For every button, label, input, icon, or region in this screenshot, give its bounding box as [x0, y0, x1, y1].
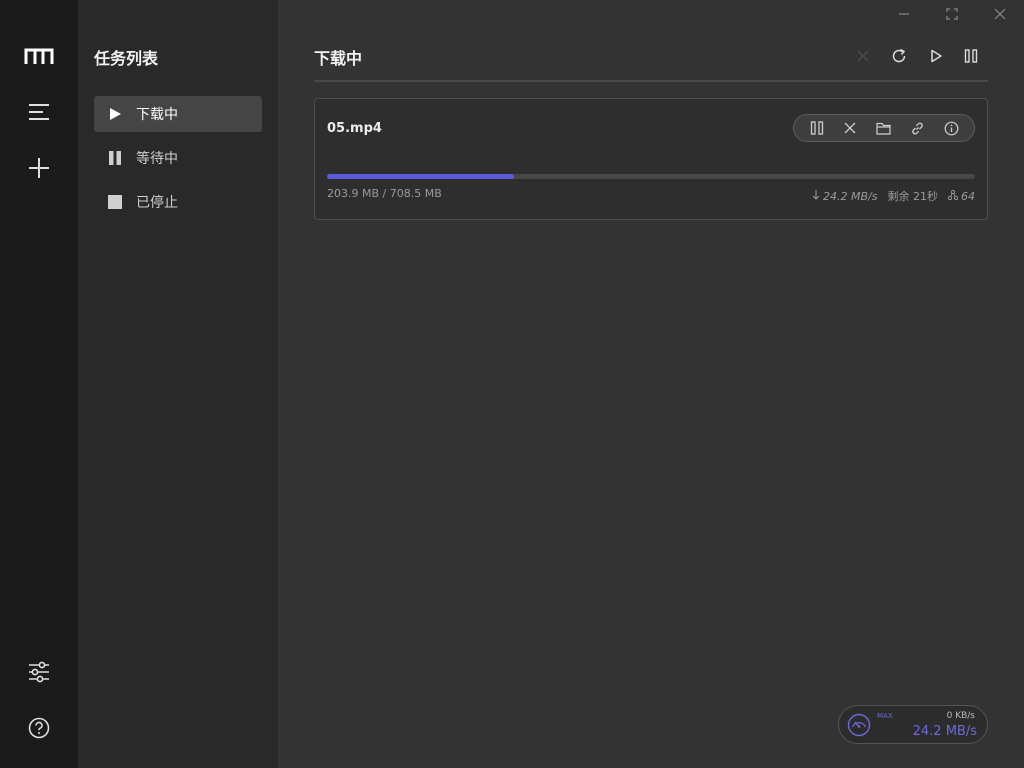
pause-icon[interactable] [806, 117, 828, 139]
connections-icon [947, 189, 959, 203]
pause-icon [94, 151, 136, 165]
close-icon[interactable] [851, 44, 875, 68]
nav-item-label: 下载中 [136, 107, 178, 123]
close-icon[interactable] [986, 2, 1014, 26]
task-card[interactable]: 05.mp4 203.9 MB / 708.5 MB 24.2 MB/s 剩余 … [314, 98, 988, 220]
speed-limit-label: MAX [877, 712, 893, 720]
panel-title: 任务列表 [94, 49, 159, 68]
settings-sliders-icon[interactable] [19, 652, 59, 692]
help-icon[interactable] [19, 708, 59, 748]
nav-item-stopped[interactable]: 已停止 [94, 184, 262, 220]
refresh-icon[interactable] [887, 44, 911, 68]
progress-fill [327, 174, 514, 179]
task-name: 05.mp4 [327, 121, 382, 136]
logo-icon[interactable] [19, 36, 59, 76]
task-speed: 24.2 MB/s [823, 189, 878, 203]
speedometer-icon [847, 713, 871, 741]
speedometer[interactable]: MAX 0 KB/s 24.2 MB/s [838, 705, 988, 744]
task-connections: 64 [961, 189, 975, 203]
task-size: 203.9 MB / 708.5 MB [327, 187, 442, 200]
header-divider [314, 80, 988, 82]
task-remaining: 剩余 21秒 [887, 190, 939, 203]
minimize-icon[interactable] [890, 2, 918, 26]
play-icon [94, 107, 136, 121]
play-icon[interactable] [924, 44, 948, 68]
link-icon[interactable] [907, 117, 929, 139]
stop-icon [94, 195, 136, 209]
maximize-icon[interactable] [938, 2, 966, 26]
folder-icon[interactable] [873, 117, 895, 139]
upload-speed: 0 KB/s [946, 711, 975, 721]
nav-item-downloading[interactable]: 下载中 [94, 96, 262, 132]
delete-icon[interactable] [839, 117, 861, 139]
app-window: 任务列表 下载中 等待中 已停止 下载中 05.mp4 203.9 MB / 7… [0, 0, 1024, 768]
task-list-icon[interactable] [19, 92, 59, 132]
pause-icon[interactable] [959, 44, 983, 68]
nav-item-waiting[interactable]: 等待中 [94, 140, 262, 176]
page-title: 下载中 [314, 49, 363, 68]
task-list-panel: 任务列表 下载中 等待中 已停止 [78, 0, 278, 768]
nav-item-label: 已停止 [136, 195, 178, 211]
arrow-down-icon [812, 189, 820, 203]
icon-rail [0, 0, 78, 768]
add-task-icon[interactable] [19, 148, 59, 188]
info-icon[interactable] [940, 117, 962, 139]
task-actions [793, 114, 975, 142]
nav-item-label: 等待中 [136, 151, 178, 167]
download-speed: 24.2 MB/s [912, 724, 977, 739]
task-stats: 24.2 MB/s 剩余 21秒 64 [812, 188, 975, 204]
progress-bar [327, 174, 975, 179]
